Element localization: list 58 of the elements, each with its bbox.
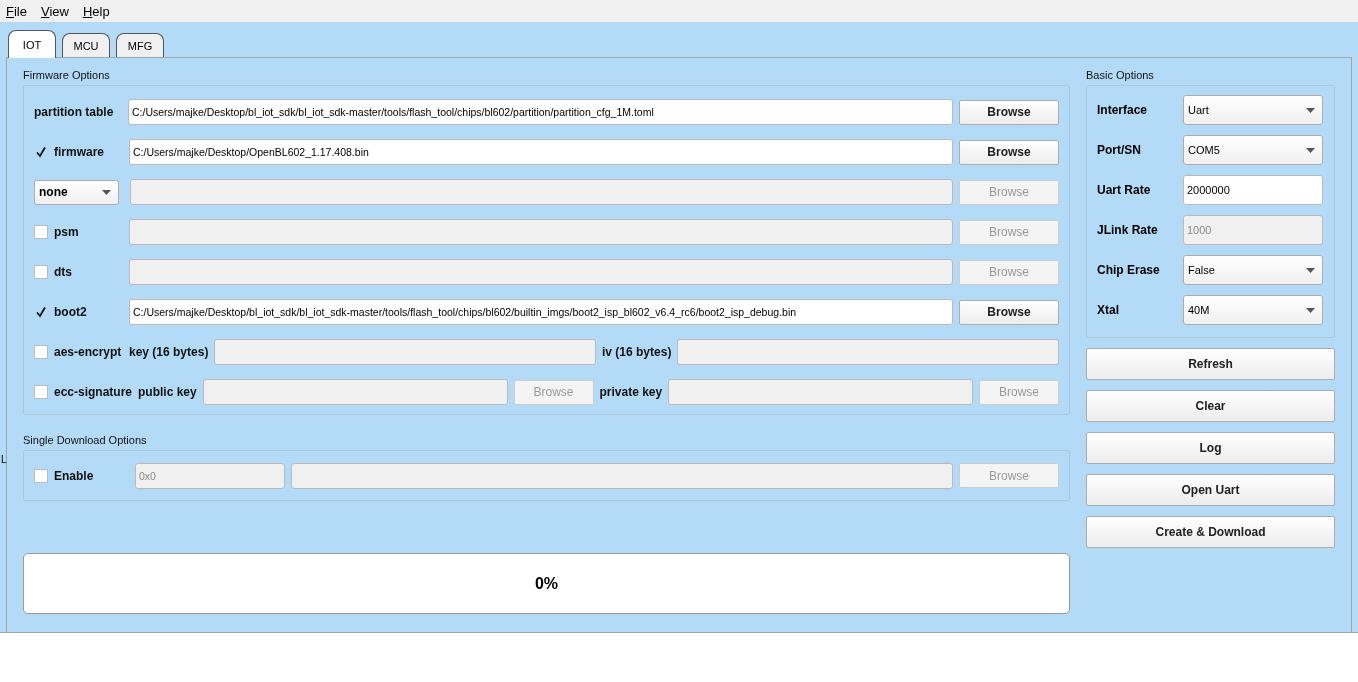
menu-item[interactable]: File <box>6 3 33 19</box>
dropdown[interactable]: Uart <box>1183 95 1323 125</box>
group-title: Firmware Options <box>23 69 111 83</box>
browse-button[interactable]: Browse <box>959 99 1059 125</box>
checkbox-label: aes-encrypt <box>54 345 122 359</box>
field-label: Xtal <box>1097 303 1120 317</box>
progress-text: 0% <box>534 574 559 593</box>
checkbox-label: boot2 <box>54 305 87 319</box>
browse-button[interactable]: Browse <box>959 139 1059 165</box>
action-button[interactable]: Log <box>1086 432 1335 464</box>
dropdown[interactable]: COM5 <box>1183 135 1323 165</box>
checkbox[interactable] <box>34 345 48 359</box>
action-button[interactable]: Create & Download <box>1086 516 1335 548</box>
caret-icon <box>1306 267 1315 273</box>
checkbox[interactable] <box>34 468 48 483</box>
checkbox-label: firmware <box>54 145 105 159</box>
menu-item[interactable]: Help <box>82 3 116 19</box>
checkbox[interactable] <box>34 385 48 399</box>
checkbox-label: Enable <box>54 468 94 483</box>
menu-item[interactable]: View <box>40 3 75 19</box>
input-field[interactable]: C:/Users/majke/Desktop/bl_iot_sdk/bl_iot_sdk-master/tools/flash_tool/chips/bl602/partition/partition_cfg_1M.toml <box>128 99 953 125</box>
caret-icon <box>102 189 111 195</box>
dropdown[interactable]: none <box>34 179 119 205</box>
dropdown[interactable]: 40M <box>1183 295 1323 325</box>
field-label: key (16 bytes) <box>129 345 209 359</box>
field-label: iv (16 bytes) <box>602 345 672 359</box>
action-button[interactable]: Open Uart <box>1086 474 1335 506</box>
checkbox-label: psm <box>54 225 79 239</box>
checkbox[interactable] <box>34 265 48 279</box>
caret-icon <box>1306 147 1315 153</box>
field-label: Interface <box>1097 103 1149 117</box>
checkbox[interactable] <box>34 145 48 159</box>
checkbox[interactable] <box>34 225 48 239</box>
tab[interactable]: IOT <box>8 30 56 58</box>
field-label: Port/SN <box>1097 143 1142 157</box>
caret-icon <box>1306 307 1315 313</box>
group-title: Single Download Options <box>23 434 148 448</box>
checkbox-label: ecc-signature <box>54 385 133 399</box>
group-title: Basic Options <box>1086 69 1155 83</box>
dropdown[interactable]: False <box>1183 255 1323 285</box>
action-button[interactable]: Clear <box>1086 390 1335 422</box>
edge-label: L <box>1 454 7 465</box>
input-field[interactable]: C:/Users/majke/Desktop/bl_iot_sdk/bl_iot_sdk-master/tools/flash_tool/chips/bl602/builtin_imgs/boot2_isp_bl602_v6.4_rc6/boot2_isp_debug.bin <box>129 299 953 325</box>
action-button[interactable]: Refresh <box>1086 348 1335 380</box>
input-field[interactable]: 2000000 <box>1183 175 1323 205</box>
field-label: public key <box>138 385 197 399</box>
field-label: Uart Rate <box>1097 183 1152 197</box>
field-label: JLink Rate <box>1097 223 1159 237</box>
field-label: private key <box>599 385 663 399</box>
checkbox[interactable] <box>34 305 48 319</box>
input-field[interactable]: C:/Users/majke/Desktop/OpenBL602_1.17.408.bin <box>129 139 953 165</box>
field-label: Chip Erase <box>1097 263 1161 277</box>
caret-icon <box>1306 107 1315 113</box>
tab[interactable]: MFG <box>116 33 164 57</box>
checkbox-label: dts <box>54 265 72 279</box>
tab[interactable]: MCU <box>62 33 110 57</box>
field-label: partition table <box>34 105 115 119</box>
browse-button[interactable]: Browse <box>959 299 1059 325</box>
